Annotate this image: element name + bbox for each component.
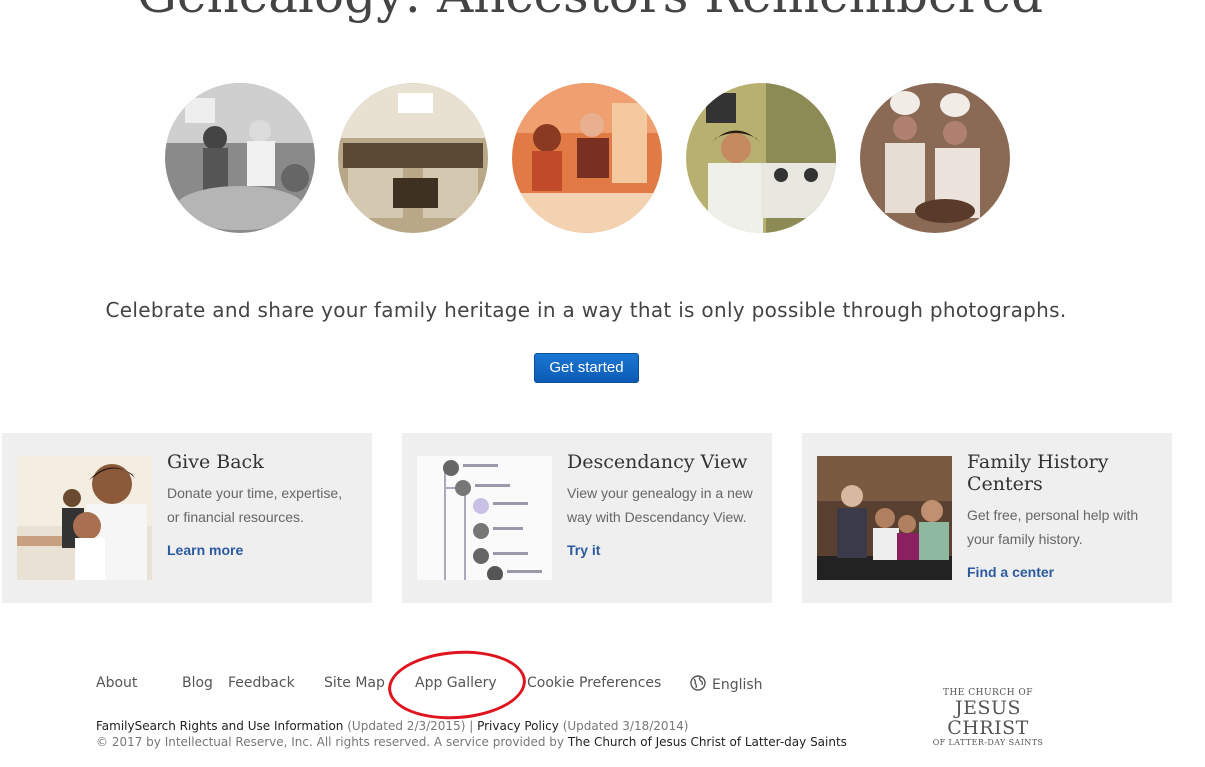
card-description: View your genealogy in a new way with De… <box>567 485 753 525</box>
photo-chefs[interactable] <box>860 83 1010 233</box>
photo-gallery <box>165 83 1025 233</box>
footer-link-site-map[interactable]: Site Map <box>324 675 385 691</box>
privacy-updated: (Updated 3/18/2014) <box>562 719 689 733</box>
photo-kitchen-family[interactable] <box>512 83 662 233</box>
card-description: Get free, personal help with your family… <box>967 507 1139 547</box>
legal-line-2: © 2017 by Intellectual Reserve, Inc. All… <box>96 735 847 749</box>
language-label: English <box>712 677 763 693</box>
footer-link-blog[interactable]: Blog <box>182 675 213 691</box>
church-logo-line2: JESUS CHRIST <box>947 697 1029 739</box>
footer-link-feedback[interactable]: Feedback <box>228 675 295 691</box>
card-title: Descendancy View <box>567 451 748 473</box>
footer-link-about[interactable]: About <box>96 675 137 691</box>
try-it-link[interactable]: Try it <box>567 542 600 558</box>
learn-more-link[interactable]: Learn more <box>167 542 243 558</box>
copyright-text: © 2017 by Intellectual Reserve, Inc. All… <box>96 735 564 749</box>
photo-banquet-hall[interactable] <box>338 83 488 233</box>
separator: | <box>469 719 474 733</box>
church-logo[interactable]: THE CHURCH OF JESUS CHRIST OF LATTER-DAY… <box>918 688 1058 747</box>
descendancy-view-image <box>417 456 552 580</box>
card-family-history-centers: Family History Centers Get free, persona… <box>802 433 1172 603</box>
language-selector[interactable]: English <box>690 675 763 693</box>
photo-family-dinner[interactable] <box>165 83 315 233</box>
footer-link-app-gallery[interactable]: App Gallery <box>415 675 497 691</box>
family-history-centers-image <box>817 456 952 580</box>
globe-icon <box>690 675 706 691</box>
card-descendancy-view: Descendancy View View your genealogy in … <box>402 433 772 603</box>
card-title: Give Back <box>167 451 264 473</box>
privacy-policy-link[interactable]: Privacy Policy <box>477 719 559 733</box>
card-title: Family History Centers <box>967 451 1109 495</box>
page-title: Genealogy: Ancestors Remembered <box>0 0 1180 24</box>
footer-link-cookie-preferences[interactable]: Cookie Preferences <box>527 675 661 691</box>
church-link[interactable]: The Church of Jesus Christ of Latter-day… <box>568 735 847 749</box>
rights-updated: (Updated 2/3/2015) <box>347 719 466 733</box>
legal-line-1: FamilySearch Rights and Use Information … <box>96 719 689 733</box>
get-started-button[interactable]: Get started <box>534 353 639 383</box>
rights-link[interactable]: FamilySearch Rights and Use Information <box>96 719 343 733</box>
photo-woman-at-stove[interactable] <box>686 83 836 233</box>
card-give-back: Give Back Donate your time, expertise, o… <box>2 433 372 603</box>
give-back-image <box>17 456 152 580</box>
hero-tagline: Celebrate and share your family heritage… <box>105 298 1067 322</box>
card-description: Donate your time, expertise, or financia… <box>167 485 343 525</box>
church-logo-line3: OF LATTER-DAY SAINTS <box>932 738 1044 747</box>
find-a-center-link[interactable]: Find a center <box>967 564 1054 580</box>
